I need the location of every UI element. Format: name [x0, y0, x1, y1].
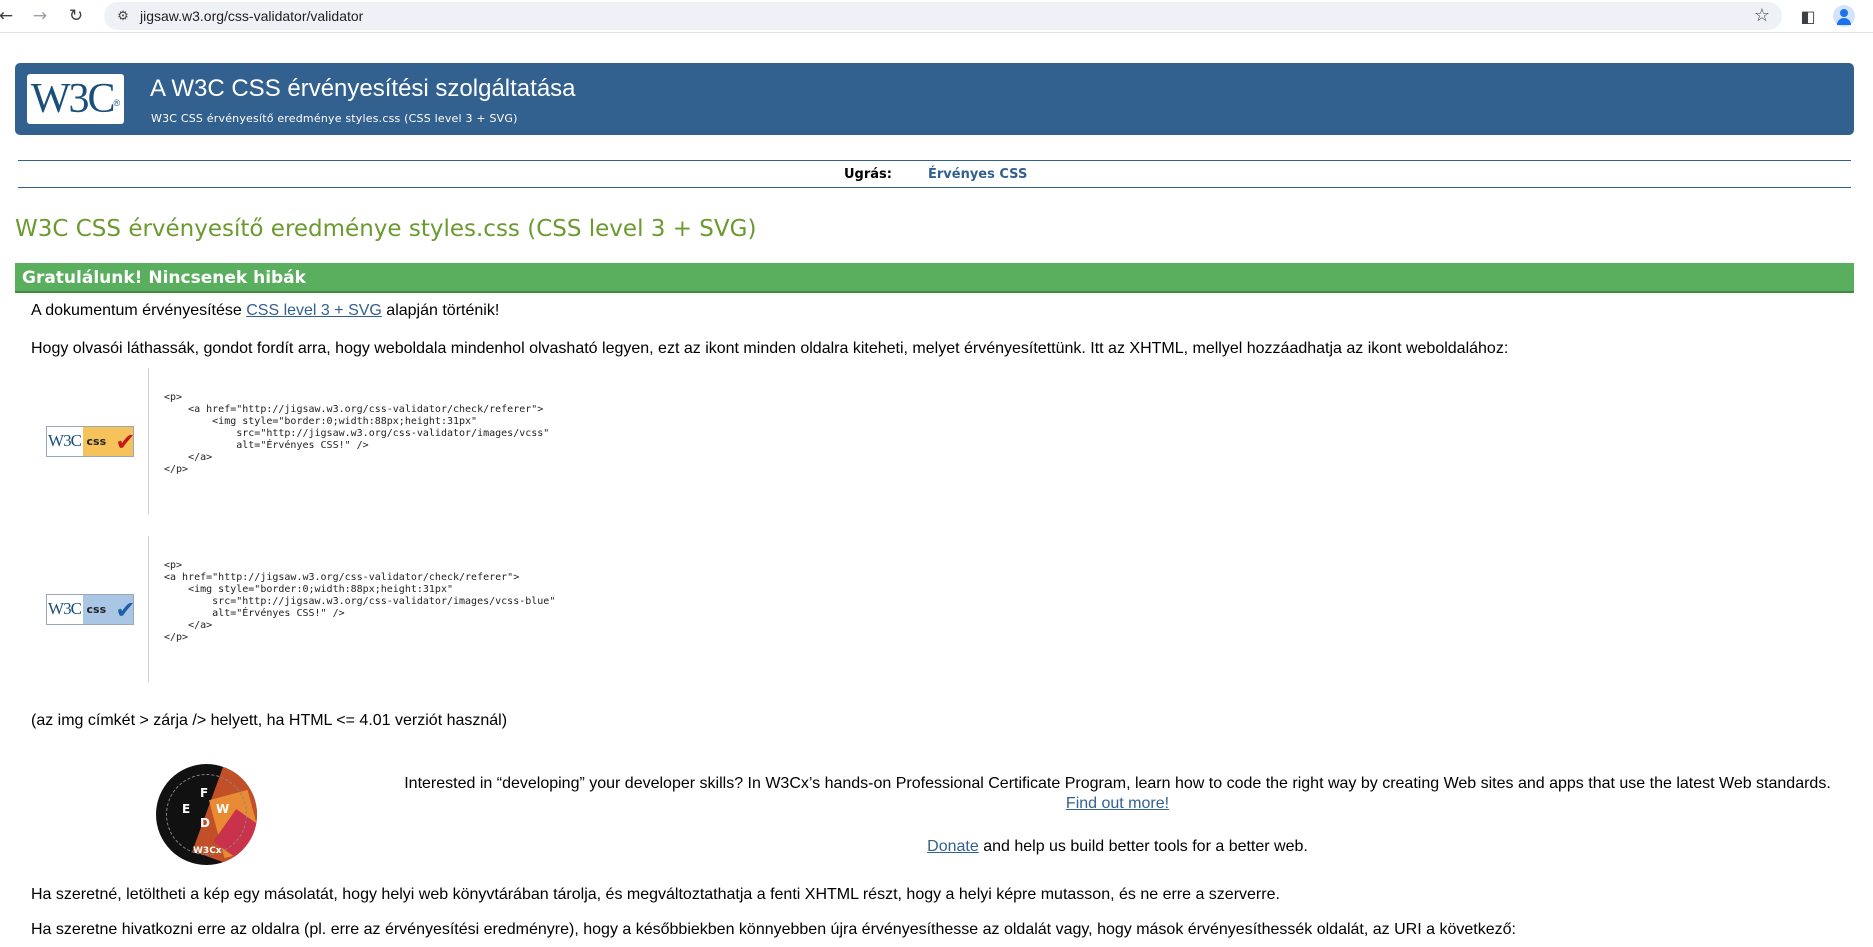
- page-banner: W3C ® A W3C CSS érvényesítési szolgáltatá…: [15, 63, 1854, 135]
- validated-before: A dokumentum érvényesítése: [31, 302, 247, 319]
- reload-icon[interactable]: ↻: [64, 4, 88, 28]
- bookmark-star-icon[interactable]: ☆: [1754, 5, 1770, 26]
- validated-after: alapján történik!: [381, 302, 500, 319]
- forward-icon[interactable]: →: [28, 4, 52, 28]
- promo-logo-caption: W3Cx: [193, 846, 222, 856]
- url-text[interactable]: jigsaw.w3.org/css-validator/validator: [140, 8, 363, 24]
- donate-text: and help us build better tools for a bet…: [978, 838, 1308, 855]
- w3c-logo-text: W3C: [30, 76, 116, 122]
- address-bar[interactable]: ⚙ jigsaw.w3.org/css-validator/validator …: [104, 2, 1782, 30]
- css-level-link[interactable]: CSS level 3 + SVG: [246, 302, 382, 319]
- congrats-text: Gratulálunk! Nincsenek hibák: [22, 268, 306, 288]
- banner-subtitle: W3C CSS érvényesítő eredménye styles.css…: [151, 112, 518, 125]
- badge-cell: W3C css ✔: [31, 368, 149, 514]
- jump-nav: Ugrás: Érvényes CSS: [18, 160, 1851, 188]
- download-note: Ha szeretné, letöltheti a kép egy másola…: [31, 886, 1280, 903]
- checkmark-icon: ✔: [115, 427, 136, 456]
- congrats-bar: Gratulálunk! Nincsenek hibák: [15, 263, 1854, 293]
- img-note: (az img címkét > zárja /> helyett, ha HT…: [31, 712, 508, 729]
- jump-label: Ugrás:: [844, 167, 892, 182]
- donate-line: Donate and help us build better tools fo…: [380, 838, 1855, 856]
- registered-mark-icon: ®: [113, 98, 121, 108]
- results-heading: W3C CSS érvényesítő eredménye styles.css…: [15, 216, 757, 242]
- promo-text-block: Interested in “developing” your develope…: [380, 774, 1855, 814]
- find-out-more-link[interactable]: Find out more!: [1066, 795, 1169, 812]
- badge-row-gold: W3C css ✔ <p> <a href="http://jigsaw.w3.…: [31, 368, 1831, 514]
- donate-link[interactable]: Donate: [927, 838, 979, 855]
- badge-code-snippet: <p> <a href="http://jigsaw.w3.org/css-va…: [164, 392, 550, 475]
- valid-css-badge-gold[interactable]: W3C css ✔: [45, 425, 136, 457]
- w3c-logo[interactable]: W3C ®: [27, 74, 124, 124]
- banner-title[interactable]: A W3C CSS érvényesítési szolgáltatása: [150, 75, 576, 103]
- promo-text: Interested in “developing” your develope…: [404, 775, 1831, 792]
- browser-toolbar: ← → ↻ ⚙ jigsaw.w3.org/css-validator/vali…: [0, 0, 1873, 33]
- front-end-web-developer-logo[interactable]: F E W D W3Cx: [156, 764, 257, 865]
- badge-w3c-text: W3C: [48, 431, 82, 450]
- profile-avatar-icon[interactable]: [1833, 5, 1855, 27]
- jump-link-valid-css[interactable]: Érvényes CSS: [928, 167, 1027, 182]
- icon-intro: Hogy olvasói láthassák, gondot fordít ar…: [31, 340, 1509, 357]
- side-panel-icon[interactable]: ◧: [1798, 6, 1818, 26]
- checkmark-icon: ✔: [115, 595, 136, 624]
- site-settings-icon[interactable]: ⚙: [114, 7, 132, 25]
- badge-w3c-text: W3C: [48, 599, 82, 618]
- valid-css-badge-blue[interactable]: W3C css ✔: [45, 593, 136, 625]
- badge-cell: W3C css ✔: [31, 536, 149, 682]
- badge-code-snippet: <p> <a href="http://jigsaw.w3.org/css-va…: [164, 560, 556, 643]
- refer-note: Ha szeretne hivatkozni erre az oldalra (…: [31, 921, 1516, 938]
- validated-against: A dokumentum érvényesítése CSS level 3 +…: [31, 302, 499, 320]
- back-icon[interactable]: ←: [0, 4, 18, 28]
- badge-row-blue: W3C css ✔ <p> <a href="http://jigsaw.w3.…: [31, 536, 1831, 682]
